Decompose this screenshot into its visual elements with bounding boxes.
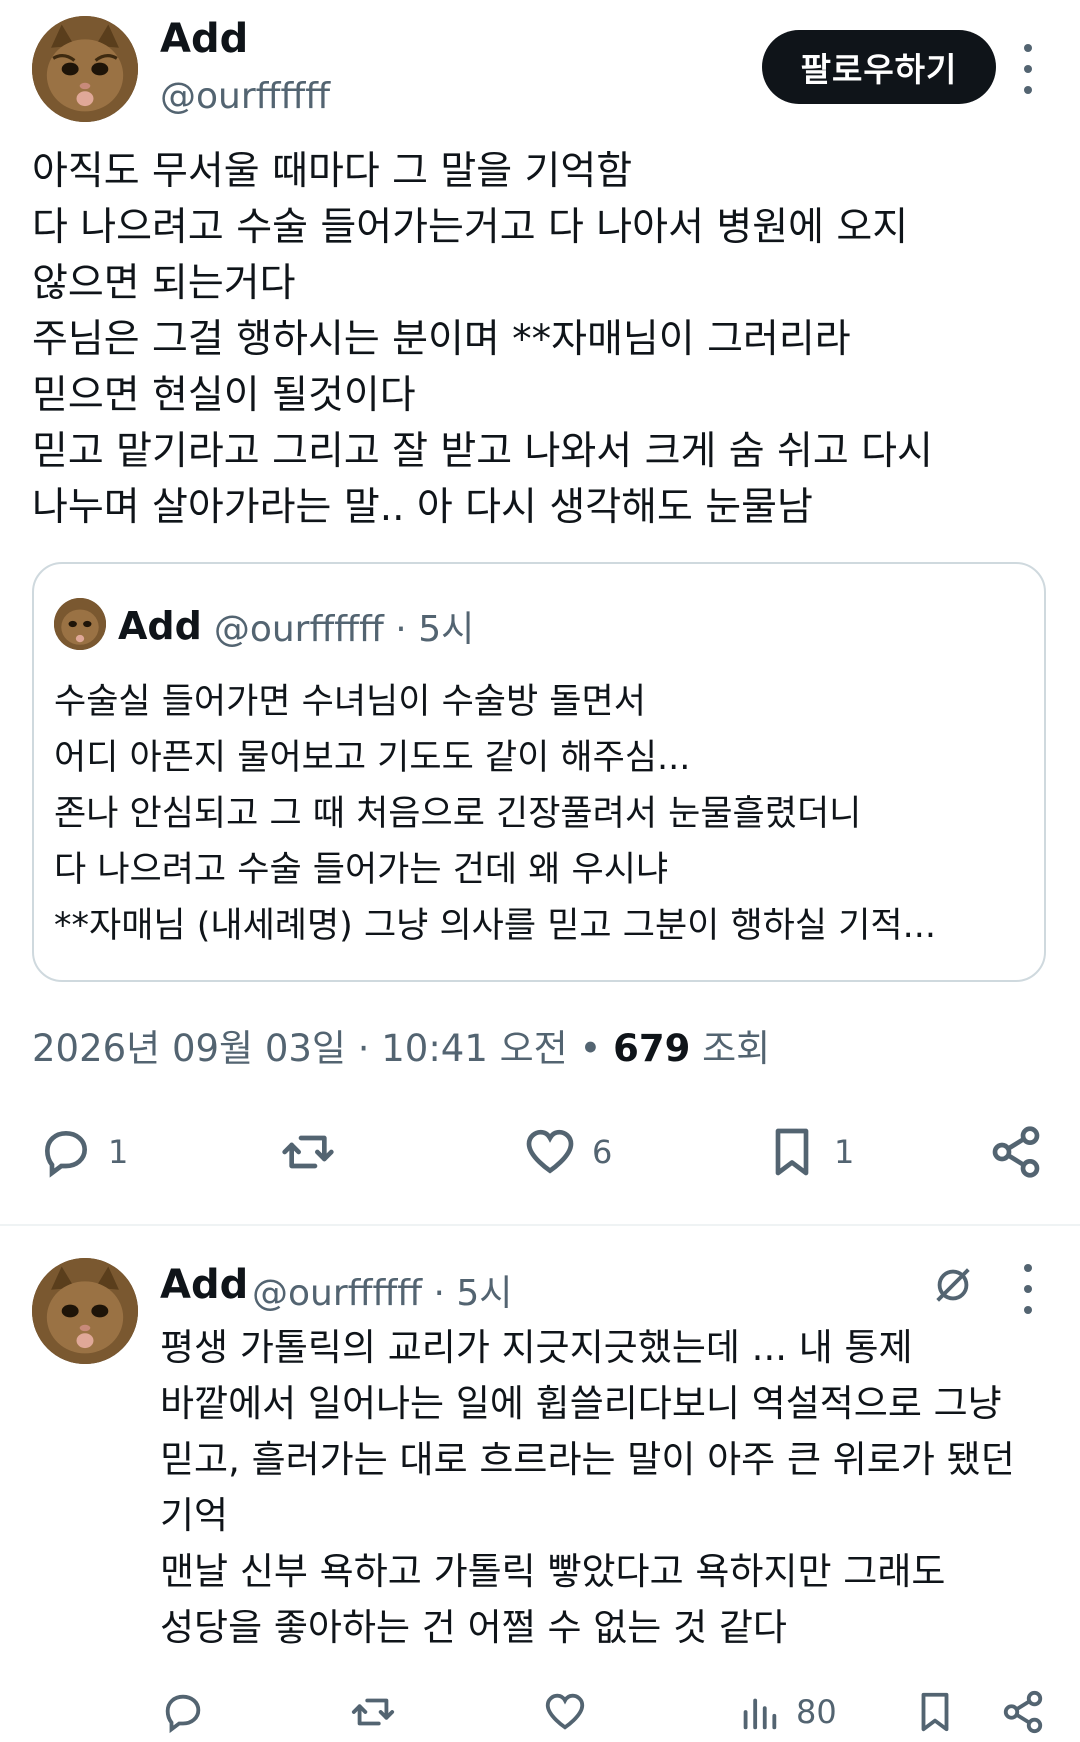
reply-count: 1: [108, 1133, 129, 1171]
post-body-line: 않으면 되는거다: [32, 261, 296, 306]
avatar-cat-image: [32, 16, 138, 122]
quote-line: **자매님 (내세례명) 그냥 의사를 믿고 그분이 행하실 기적...: [54, 906, 936, 946]
retweet-icon: [282, 1135, 334, 1169]
meta-bullet: •: [567, 1027, 614, 1070]
reply-body-line: 바깥에서 일어나는 일에 휩쓸리다보니 역설적으로 그냥: [160, 1382, 1002, 1425]
view-count: 679: [613, 1027, 691, 1070]
like-icon: [526, 1129, 574, 1174]
quote-line: 존나 안심되고 그 때 처음으로 긴장풀려서 눈물흘렸더니: [54, 794, 862, 834]
post-meta: 2026년 09월 03일 · 10:41 오전 • 679 조회: [32, 1018, 770, 1072]
reply-share-button[interactable]: [1000, 1682, 1046, 1742]
author-handle[interactable]: @ourffffff: [160, 76, 330, 117]
like-button[interactable]: 6: [522, 1122, 612, 1182]
reply-author-handle[interactable]: @ourffffff · 5시: [252, 1264, 512, 1316]
quote-body: 수술실 들어가면 수녀님이 수술방 돌면서 어디 아픈지 물어보고 기도도 같이…: [54, 674, 936, 954]
like-icon: [545, 1693, 585, 1730]
reply-reply-button[interactable]: [160, 1682, 206, 1742]
retweet-button[interactable]: [280, 1122, 350, 1182]
reply-button[interactable]: 1: [38, 1122, 128, 1182]
share-icon: [1003, 1690, 1043, 1734]
post-body-line: 다 나으려고 수술 들어가는거고 다 나아서 병원에 오지: [32, 205, 909, 250]
quote-line: 수술실 들어가면 수녀님이 수술방 돌면서: [54, 682, 646, 722]
quote-header: Add @ourffffff · 5시: [54, 598, 474, 654]
bookmark-button[interactable]: 1: [764, 1122, 854, 1182]
quote-author-handle: @ourffffff · 5시: [213, 609, 475, 650]
share-button[interactable]: [988, 1122, 1044, 1182]
quoted-post-card[interactable]: Add @ourffffff · 5시 수술실 들어가면 수녀님이 수술방 돌면…: [32, 562, 1046, 982]
reply-avatar[interactable]: [32, 1258, 138, 1364]
post-body-line: 나누며 살아가라는 말.. 아 다시 생각해도 눈물남: [32, 485, 813, 530]
view-label: 조회: [690, 1027, 771, 1070]
reply-body-line: 평생 가톨릭의 교리가 지긋지긋했는데 ... 내 통제: [160, 1326, 913, 1369]
bookmark-icon: [921, 1692, 949, 1732]
post-timestamp[interactable]: 2026년 09월 03일 · 10:41 오전: [32, 1027, 568, 1070]
bookmark-count: 1: [834, 1133, 855, 1171]
quote-author-name: Add: [118, 604, 202, 648]
views-icon: [743, 1698, 777, 1730]
reply-body: 평생 가톨릭의 교리가 지긋지긋했는데 ... 내 통제 바깥에서 일어나는 일…: [160, 1320, 1015, 1656]
reply-body-line: 성당을 좋아하는 건 어쩔 수 없는 것 같다: [160, 1606, 787, 1649]
retweet-icon: [351, 1698, 395, 1726]
reply-icon: [165, 1694, 201, 1734]
quote-line: 어디 아픈지 물어보고 기도도 같이 해주심...: [54, 738, 691, 778]
divider: [0, 1224, 1080, 1226]
reply-bookmark-button[interactable]: [912, 1682, 958, 1742]
reply-author-name[interactable]: Add: [160, 1262, 248, 1308]
reply-more-options-icon[interactable]: [1018, 1264, 1038, 1314]
reply-actions: 80: [0, 1682, 1080, 1734]
bookmark-icon: [775, 1128, 809, 1176]
post-body-line: 믿고 맡기라고 그리고 잘 받고 나와서 크게 숨 쉬고 다시: [32, 429, 933, 474]
reply-body-line: 맨날 신부 욕하고 가톨릭 빻았다고 욕하지만 그래도: [160, 1550, 946, 1593]
reply-retweet-button[interactable]: [350, 1682, 396, 1742]
post-body: 아직도 무서울 때마다 그 말을 기억함 다 나으려고 수술 들어가는거고 다 …: [32, 144, 1062, 536]
avatar[interactable]: [32, 16, 138, 122]
like-count: 6: [592, 1133, 613, 1171]
reply-body-line: 기억: [160, 1494, 229, 1537]
author-name[interactable]: Add: [160, 16, 248, 62]
reply-views-count: 80: [796, 1693, 837, 1731]
more-options-icon[interactable]: [1018, 44, 1038, 94]
reply-body-line: 믿고, 흘러가는 대로 흐르라는 말이 아주 큰 위로가 됐던: [160, 1438, 1015, 1481]
post-body-line: 아직도 무서울 때마다 그 말을 기억함: [32, 149, 633, 194]
reply-icon: [44, 1130, 88, 1178]
post-actions: 1 6 1: [0, 1122, 1080, 1182]
quote-line: 다 나으려고 수술 들어가는 건데 왜 우시냐: [54, 850, 669, 890]
share-icon: [992, 1126, 1040, 1178]
post-body-line: 주님은 그걸 행하시는 분이며 **자매님이 그러리라: [32, 317, 851, 362]
reply-views-button[interactable]: 80: [736, 1682, 837, 1742]
post-body-line: 믿으면 현실이 될것이다: [32, 373, 416, 418]
grok-icon[interactable]: [930, 1262, 976, 1308]
follow-button[interactable]: 팔로우하기: [762, 30, 996, 104]
reply-like-button[interactable]: [542, 1682, 588, 1742]
